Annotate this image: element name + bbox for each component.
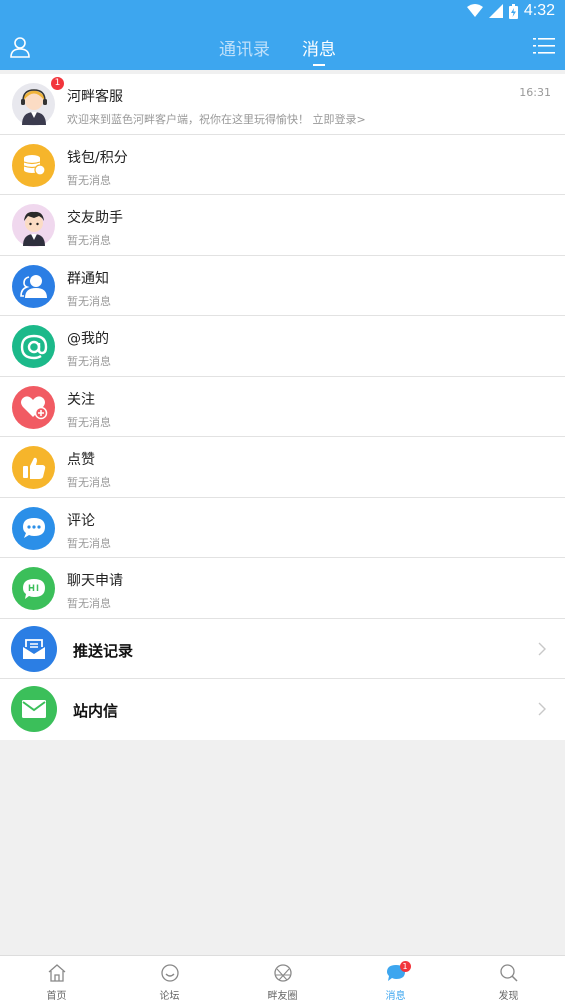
- nav-discover[interactable]: 发现: [452, 956, 565, 1005]
- battery-icon: [508, 3, 518, 19]
- nav-circle[interactable]: 畔友圈: [226, 956, 339, 1005]
- at-icon: [12, 325, 55, 368]
- wifi-icon: [466, 4, 483, 17]
- nav-messages[interactable]: 1 消息: [339, 956, 452, 1005]
- signal-icon: [488, 4, 503, 18]
- list-item-subtitle: 暂无消息: [67, 597, 111, 610]
- home-icon: [48, 964, 65, 982]
- nav-label: 论坛: [159, 991, 180, 1002]
- list-item-subtitle: 暂无消息: [67, 294, 111, 308]
- list-item-time: 16:31: [519, 86, 551, 99]
- chevron-right-icon: [538, 702, 546, 716]
- forum-icon: [160, 964, 179, 982]
- list-item-subtitle: 暂无消息: [67, 234, 111, 247]
- nav-label: 首页: [46, 991, 67, 1002]
- chat-request-icon: [12, 567, 55, 610]
- list-item-follow[interactable]: 关注 暂无消息: [0, 377, 565, 437]
- top-bar: 4:32 通讯录 消息: [0, 0, 565, 70]
- nav-label: 消息: [385, 991, 406, 1002]
- list-item-wallet[interactable]: 钱包/积分 暂无消息: [0, 135, 565, 195]
- status-bar: 4:32: [0, 0, 565, 24]
- list-item-customer-service[interactable]: 1 河畔客服 欢迎来到蓝色河畔客户端，祝你在这里玩得愉快！ 立即登录> 16:3…: [0, 74, 565, 135]
- list-item-subtitle: 暂无消息: [67, 173, 111, 187]
- customer-service-avatar: [12, 83, 55, 126]
- group-icon: [12, 264, 55, 308]
- list-item-inbox[interactable]: 站内信: [0, 679, 565, 740]
- status-time: 4:32: [523, 2, 555, 19]
- list-item-chat-request[interactable]: 聊天申请 暂无消息: [0, 558, 565, 619]
- unread-badge: 1: [51, 77, 64, 90]
- nav-forum[interactable]: 论坛: [113, 956, 226, 1005]
- discover-icon: [499, 964, 518, 982]
- circle-icon: [273, 964, 292, 982]
- chevron-right-icon: [538, 642, 546, 655]
- list-item-subtitle: 暂无消息: [67, 476, 111, 489]
- user-icon[interactable]: [10, 36, 30, 58]
- list-item-subtitle: 欢迎来到蓝色河畔客户端，祝你在这里玩得愉快！ 立即登录>: [67, 113, 366, 126]
- list-item-likes[interactable]: 点赞 暂无消息: [0, 437, 565, 498]
- list-item-title: 站内信: [73, 702, 119, 720]
- menu-list-icon[interactable]: [533, 36, 555, 56]
- nav-label: 畔友圈: [267, 991, 298, 1002]
- list-item-mentions[interactable]: @我的 暂无消息: [0, 316, 565, 377]
- list-item-title: 点赞: [67, 452, 95, 468]
- list-item-title: 推送记录: [73, 641, 134, 660]
- header: 通讯录 消息: [0, 24, 565, 70]
- list-item-subtitle: 暂无消息: [67, 415, 111, 429]
- list-item-title: 聊天申请: [67, 573, 123, 589]
- list-item-friend-assistant[interactable]: 交友助手 暂无消息: [0, 195, 565, 256]
- tab-messages[interactable]: 消息: [302, 35, 336, 60]
- list-item-subtitle: 暂无消息: [67, 536, 111, 550]
- nav-unread-badge: 1: [399, 961, 411, 972]
- list-item-title: @我的: [67, 331, 109, 347]
- nav-label: 发现: [498, 991, 519, 1002]
- list-item-title: 评论: [67, 512, 95, 529]
- list-item-title: 群通知: [67, 270, 109, 287]
- thumbs-up-icon: [12, 446, 55, 489]
- heart-plus-icon: [12, 385, 55, 429]
- comment-icon: [12, 506, 55, 550]
- list-item-title: 河畔客服: [67, 89, 123, 105]
- tab-contacts[interactable]: 通讯录: [219, 35, 270, 60]
- message-list: 1 河畔客服 欢迎来到蓝色河畔客户端，祝你在这里玩得愉快！ 立即登录> 16:3…: [0, 74, 565, 740]
- nav-home[interactable]: 首页: [0, 956, 113, 1005]
- tab-indicator: [313, 64, 325, 66]
- mail-icon: [11, 686, 57, 732]
- list-item-title: 关注: [67, 391, 95, 408]
- list-item-group-notice[interactable]: 群通知 暂无消息: [0, 256, 565, 316]
- list-item-comments[interactable]: 评论 暂无消息: [0, 498, 565, 558]
- list-item-title: 交友助手: [67, 210, 123, 226]
- wallet-icon: [12, 143, 55, 187]
- list-item-push-records[interactable]: 推送记录: [0, 619, 565, 679]
- push-record-icon: [11, 625, 57, 672]
- list-item-title: 钱包/积分: [67, 149, 128, 166]
- list-item-subtitle: 暂无消息: [67, 355, 111, 368]
- friend-assistant-avatar: [12, 204, 55, 247]
- bottom-nav: 首页 论坛 畔友圈 1 消息 发现: [0, 955, 565, 1005]
